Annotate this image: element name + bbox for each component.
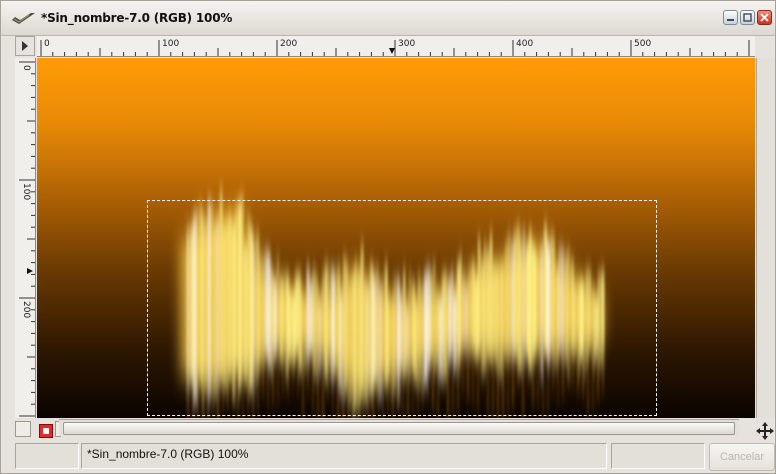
quick-mask-icon[interactable] [39, 424, 53, 438]
ruler-h-label: 0 [44, 39, 50, 49]
maximize-icon [743, 13, 752, 22]
close-button[interactable] [757, 10, 772, 25]
pointer-position-marker [27, 268, 33, 274]
ruler-h-label: 400 [516, 39, 533, 49]
pointer-position-marker [389, 48, 395, 54]
title-bar[interactable]: *Sin_nombre-7.0 (RGB) 100% [1, 1, 775, 36]
window-title: *Sin_nombre-7.0 (RGB) 100% [41, 11, 233, 25]
ruler-h-label: 500 [634, 39, 651, 49]
ruler-v-label: 100 [21, 183, 31, 200]
horizontal-scroll-thumb[interactable] [63, 422, 735, 435]
ruler-h-label: 200 [280, 39, 297, 49]
maximize-button[interactable] [740, 10, 755, 25]
ruler-corner-menu-button[interactable] [15, 36, 35, 56]
vertical-ruler[interactable]: 0 100 200 [15, 58, 36, 418]
quick-mask-frame [15, 421, 31, 437]
minimize-icon [727, 19, 734, 21]
cancel-button[interactable]: Cancelar [709, 443, 775, 471]
minimize-button[interactable] [723, 10, 738, 25]
ruler-h-label: 300 [398, 39, 415, 49]
progress-field [611, 443, 705, 469]
navigate-icon[interactable] [755, 421, 775, 441]
image-window: *Sin_nombre-7.0 (RGB) 100% 0 100 200 300 400… [0, 0, 776, 474]
ruler-h-label: 100 [162, 39, 179, 49]
image-info-text: *Sin_nombre-7.0 (RGB) 100% [87, 447, 249, 461]
close-icon [760, 13, 769, 22]
ruler-v-label: 200 [21, 301, 31, 318]
menu-arrow-icon [22, 41, 28, 51]
ruler-v-label: 0 [21, 65, 31, 71]
vertical-scrollbar[interactable] [756, 58, 775, 418]
image-canvas[interactable] [37, 58, 755, 418]
horizontal-ruler[interactable]: 0 100 200 300 400 500 [37, 36, 755, 57]
pointer-coordinates-field [15, 443, 79, 469]
status-bar: *Sin_nombre-7.0 (RGB) 100% Cancelar [15, 441, 775, 473]
fire-text-layer [181, 190, 605, 418]
gimp-wilber-icon[interactable] [11, 11, 37, 27]
horizontal-scrollbar[interactable] [59, 419, 739, 436]
